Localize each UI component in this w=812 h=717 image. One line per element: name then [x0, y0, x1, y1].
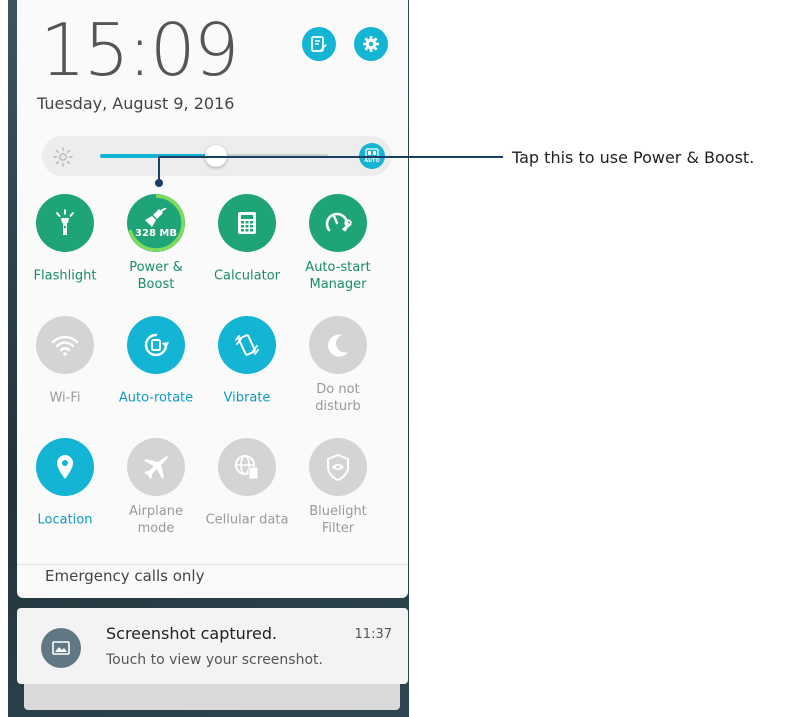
- tile-location-label-1: Location: [37, 512, 93, 528]
- gauge-wrench-icon: [325, 212, 352, 232]
- broom-icon: [145, 207, 167, 227]
- date: Tuesday, August 9, 2016: [37, 94, 235, 113]
- tile-calculator[interactable]: Calculator: [203, 194, 291, 314]
- brightness-low-icon: [53, 147, 73, 167]
- tile-auto-rotate-label: Auto-rotate: [108, 390, 204, 407]
- tile-vibrate[interactable]: Vibrate: [203, 316, 291, 436]
- tile-bluelight-filter-label-2: Filter: [321, 521, 355, 536]
- rotate-icon: [144, 333, 169, 357]
- notification-time: 11:37: [354, 627, 392, 642]
- clock: 15:09: [40, 8, 239, 92]
- moon-icon: [328, 334, 348, 357]
- tile-auto-start-manager-label-2: Manager: [309, 277, 367, 292]
- tile-bluelight-filter-label-1: Bluelight: [309, 504, 367, 519]
- notification-stack-shadow: [24, 684, 400, 710]
- settings-button[interactable]: [354, 27, 388, 61]
- tile-cellular-data-label-1: Cellular data: [205, 512, 289, 528]
- tile-auto-rotate-label-1: Auto-rotate: [118, 390, 194, 406]
- image-icon: [52, 641, 70, 655]
- gear-icon: [363, 36, 379, 52]
- callout-line-vertical: [158, 156, 160, 183]
- panel-divider: [17, 564, 408, 565]
- notification-title: Screenshot captured.: [106, 624, 278, 643]
- boost-memory-badge: 328 MB: [135, 227, 177, 239]
- tile-cellular-data[interactable]: Cellular data: [203, 438, 291, 558]
- tile-airplane-mode-label: Airplane mode: [108, 503, 204, 537]
- tile-calculator-label-1: Calculator: [213, 268, 280, 284]
- tile-flashlight-label-1: Flashlight: [33, 268, 97, 284]
- tile-power-boost[interactable]: 328 MB Power & Boost: [112, 194, 200, 314]
- tile-flashlight-label: Flashlight: [17, 268, 113, 285]
- tile-wifi-label: Wi-Fi: [17, 390, 113, 407]
- tile-auto-rotate[interactable]: Auto-rotate: [112, 316, 200, 436]
- tile-location[interactable]: Location: [21, 438, 109, 558]
- tile-do-not-disturb-label-2: disturb: [315, 399, 361, 414]
- auto-brightness-label: AUTO: [364, 158, 380, 164]
- tile-airplane-mode-label-1: Airplane: [129, 504, 183, 519]
- tile-do-not-disturb-circle: [309, 316, 367, 374]
- callout-line-horizontal: [158, 156, 503, 158]
- tile-auto-start-manager[interactable]: Auto-start Manager: [294, 194, 382, 314]
- tile-airplane-mode[interactable]: Airplane mode: [112, 438, 200, 558]
- notification-icon: [41, 628, 81, 668]
- vibrate-icon: [235, 334, 259, 356]
- tile-wifi-label-1: Wi-Fi: [49, 390, 81, 406]
- emergency-status: Emergency calls only: [45, 567, 205, 585]
- tile-do-not-disturb-label: Do not disturb: [290, 381, 386, 415]
- edit-button[interactable]: [302, 27, 336, 61]
- tile-wifi[interactable]: Wi-Fi: [21, 316, 109, 436]
- edit-icon: [311, 36, 327, 52]
- tile-power-boost-label-1: Power &: [129, 260, 183, 275]
- tile-bluelight-filter[interactable]: Bluelight Filter: [294, 438, 382, 558]
- callout-text: Tap this to use Power & Boost.: [512, 148, 755, 167]
- tile-cellular-data-circle: [218, 438, 276, 496]
- tile-auto-rotate-circle: [127, 316, 185, 374]
- calculator-icon: [238, 212, 256, 234]
- tile-flashlight-circle: [36, 194, 94, 252]
- tile-vibrate-label-1: Vibrate: [223, 390, 271, 406]
- tile-cellular-data-label: Cellular data: [199, 512, 295, 529]
- tile-power-boost-circle: 328 MB: [127, 194, 185, 252]
- phone-screen: 15:09 Tuesday, August 9, 2016 AUTO Flash…: [8, 0, 409, 717]
- tile-do-not-disturb[interactable]: Do not disturb: [294, 316, 382, 436]
- notification-body: Touch to view your screenshot.: [106, 652, 323, 668]
- tile-auto-start-manager-label-1: Auto-start: [305, 260, 371, 275]
- airplane-icon: [144, 456, 168, 479]
- notification-screenshot[interactable]: Screenshot captured. 11:37 Touch to view…: [17, 608, 408, 684]
- tile-airplane-mode-circle: [127, 438, 185, 496]
- location-pin-icon: [57, 455, 73, 479]
- tile-calculator-circle: [218, 194, 276, 252]
- tile-bluelight-filter-circle: [309, 438, 367, 496]
- tile-power-boost-label-2: Boost: [137, 277, 175, 292]
- tile-wifi-circle: [36, 316, 94, 374]
- tile-vibrate-circle: [218, 316, 276, 374]
- tile-auto-start-manager-label: Auto-start Manager: [290, 259, 386, 293]
- tile-location-label: Location: [17, 512, 113, 529]
- tile-auto-start-manager-circle: [309, 194, 367, 252]
- tile-power-boost-label: Power & Boost: [108, 259, 204, 293]
- eye-shield-icon: [327, 453, 349, 481]
- tile-airplane-mode-label-2: mode: [137, 521, 175, 536]
- tile-location-circle: [36, 438, 94, 496]
- tile-calculator-label: Calculator: [199, 268, 295, 285]
- wifi-icon: [51, 335, 79, 356]
- tile-bluelight-filter-label: Bluelight Filter: [290, 503, 386, 537]
- tile-vibrate-label: Vibrate: [199, 390, 295, 407]
- flashlight-icon: [56, 209, 74, 235]
- tile-flashlight[interactable]: Flashlight: [21, 194, 109, 314]
- tile-do-not-disturb-label-1: Do not: [316, 382, 360, 397]
- globe-phone-icon: [235, 455, 259, 480]
